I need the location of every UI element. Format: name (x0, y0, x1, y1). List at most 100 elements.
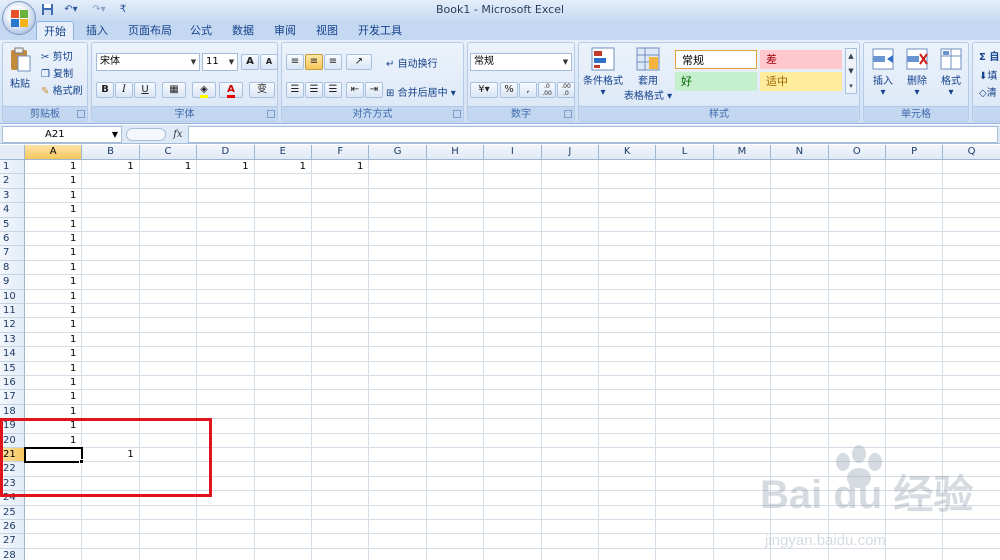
decrease-decimal-button[interactable]: .00 .0 (557, 82, 575, 98)
column-header-c[interactable]: C (139, 145, 198, 160)
cell-p4[interactable] (886, 203, 944, 218)
cell-i25[interactable] (484, 505, 542, 520)
cell-a15[interactable]: 1 (25, 361, 83, 376)
cell-e26[interactable] (254, 520, 312, 535)
cell-g20[interactable] (369, 433, 427, 448)
cell-e4[interactable] (254, 203, 312, 218)
cell-l26[interactable] (656, 520, 714, 535)
cell-c15[interactable] (139, 361, 198, 376)
cell-j28[interactable] (542, 548, 599, 560)
cell-n8[interactable] (771, 260, 829, 276)
cell-n17[interactable] (771, 390, 829, 405)
cell-i27[interactable] (484, 534, 542, 549)
cell-q2[interactable] (943, 174, 1000, 189)
cell-g8[interactable] (369, 260, 427, 276)
cell-g25[interactable] (369, 505, 427, 520)
fill-color-button[interactable]: ◈ (192, 82, 216, 98)
cell-h23[interactable] (426, 476, 485, 492)
cell-g1[interactable] (369, 160, 427, 175)
column-header-n[interactable]: N (771, 145, 829, 160)
cell-c8[interactable] (139, 260, 198, 276)
cell-i10[interactable] (484, 289, 542, 304)
cell-m1[interactable] (713, 160, 772, 175)
cell-q3[interactable] (943, 188, 1000, 204)
cell-e17[interactable] (254, 390, 312, 405)
cell-h5[interactable] (426, 217, 485, 232)
cell-f8[interactable] (312, 260, 370, 276)
cell-g28[interactable] (369, 548, 427, 560)
cell-b12[interactable] (82, 318, 140, 333)
tab-page-layout[interactable]: 页面布局 (124, 21, 176, 40)
tab-formulas[interactable]: 公式 (184, 21, 218, 40)
row-header-13[interactable]: 13 (0, 332, 25, 348)
column-header-g[interactable]: G (369, 145, 427, 160)
cell-m2[interactable] (713, 174, 772, 189)
cell-l14[interactable] (656, 347, 714, 362)
row-header-27[interactable]: 27 (0, 534, 25, 549)
cell-j24[interactable] (541, 491, 599, 506)
number-launcher-icon[interactable] (564, 110, 572, 118)
cell-j27[interactable] (541, 534, 599, 549)
cell-l24[interactable] (656, 491, 714, 506)
cell-g3[interactable] (369, 188, 427, 204)
cell-h3[interactable] (426, 188, 485, 204)
cell-h7[interactable] (426, 246, 485, 261)
cell-g10[interactable] (369, 289, 427, 304)
cell-p17[interactable] (886, 390, 944, 405)
cell-q16[interactable] (943, 376, 1000, 391)
copy-button[interactable]: ❐ 复制 (41, 65, 73, 80)
cell-f24[interactable] (312, 491, 370, 506)
cell-g19[interactable] (369, 419, 427, 434)
cell-l4[interactable] (656, 203, 714, 218)
cell-n10[interactable] (771, 289, 829, 304)
font-size-combo[interactable]: 11 ▼ (202, 53, 238, 71)
row-header-9[interactable]: 9 (0, 275, 25, 290)
cell-n16[interactable] (771, 376, 829, 391)
cell-i19[interactable] (484, 419, 542, 434)
cell-i4[interactable] (484, 203, 542, 218)
alignment-launcher-icon[interactable] (453, 110, 461, 118)
column-header-m[interactable]: M (713, 145, 772, 160)
cell-h20[interactable] (426, 433, 485, 448)
cell-p5[interactable] (886, 217, 944, 232)
cell-c27[interactable] (139, 534, 198, 549)
column-header-d[interactable]: D (197, 145, 255, 160)
cell-j12[interactable] (541, 318, 599, 333)
cell-d1[interactable]: 1 (197, 160, 255, 175)
style-normal[interactable]: 常规 (675, 50, 757, 69)
cell-m16[interactable] (713, 376, 772, 391)
cell-e9[interactable] (254, 275, 312, 290)
insert-function-icon[interactable]: fx (173, 129, 182, 140)
styles-scroll[interactable]: ▲ ▼ ▾ (845, 48, 857, 94)
tab-insert[interactable]: 插入 (80, 21, 114, 40)
cell-l21[interactable] (656, 448, 714, 463)
column-header-q[interactable]: Q (943, 145, 1000, 160)
cell-g16[interactable] (369, 376, 427, 391)
cell-g17[interactable] (369, 390, 427, 405)
cell-g27[interactable] (369, 534, 427, 549)
cell-j20[interactable] (541, 433, 599, 448)
cell-m5[interactable] (713, 217, 772, 232)
cell-e5[interactable] (254, 217, 312, 232)
cell-d9[interactable] (197, 275, 255, 290)
cell-j8[interactable] (541, 260, 599, 276)
font-color-button[interactable]: A (219, 82, 243, 98)
cell-k2[interactable] (599, 174, 657, 189)
cell-g4[interactable] (369, 203, 427, 218)
cell-b3[interactable] (82, 188, 140, 204)
cell-b25[interactable] (82, 505, 140, 520)
cell-j10[interactable] (541, 289, 599, 304)
cell-q7[interactable] (943, 246, 1000, 261)
cell-a28[interactable] (25, 548, 83, 560)
cell-m13[interactable] (713, 332, 772, 348)
cell-m19[interactable] (713, 419, 772, 434)
cell-p8[interactable] (886, 260, 944, 276)
cell-a12[interactable]: 1 (25, 318, 83, 333)
cell-h16[interactable] (426, 376, 485, 391)
cell-b27[interactable] (82, 534, 140, 549)
cell-m8[interactable] (713, 260, 772, 276)
cell-d7[interactable] (197, 246, 255, 261)
column-header-l[interactable]: L (656, 145, 714, 160)
cell-c16[interactable] (139, 376, 198, 391)
cell-q8[interactable] (943, 260, 1000, 276)
